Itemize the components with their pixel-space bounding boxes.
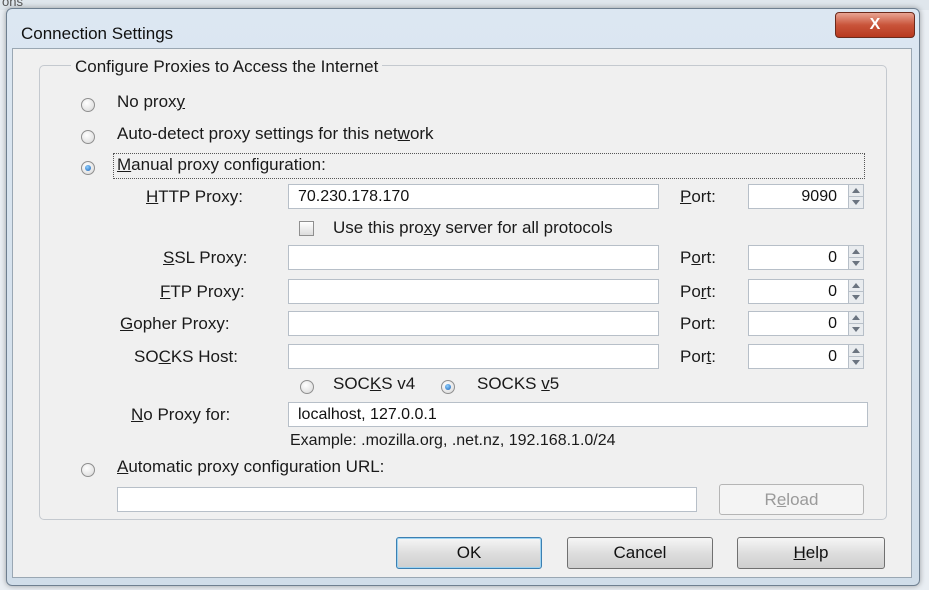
socks-port-input[interactable]: 0 bbox=[748, 344, 864, 369]
http-port-spinner[interactable] bbox=[848, 185, 863, 208]
dialog-title: Connection Settings bbox=[21, 24, 174, 43]
spin-down-icon[interactable] bbox=[852, 327, 860, 332]
socks-v4-label[interactable]: SOCKS v4 bbox=[333, 374, 415, 394]
cancel-button[interactable]: Cancel bbox=[567, 537, 713, 569]
no-proxy-example: Example: .mozilla.org, .net.nz, 192.168.… bbox=[290, 432, 616, 449]
no-proxy-for-label: No Proxy for: bbox=[131, 405, 231, 424]
gopher-port-spinner[interactable] bbox=[848, 312, 863, 335]
http-proxy-input[interactable]: 70.230.178.170 bbox=[288, 184, 659, 209]
auto-detect-radio[interactable] bbox=[81, 130, 95, 144]
ssl-port-label: Port: bbox=[680, 248, 716, 267]
http-port-label: Port: bbox=[680, 187, 716, 206]
socks-v4-radio[interactable] bbox=[300, 380, 314, 394]
spin-up-icon[interactable] bbox=[852, 188, 860, 193]
ssl-proxy-input[interactable] bbox=[288, 245, 659, 270]
auto-url-label[interactable]: Automatic proxy configuration URL: bbox=[117, 457, 384, 477]
socks-port-label: Port: bbox=[680, 347, 716, 366]
http-port-input[interactable]: 9090 bbox=[748, 184, 864, 209]
ftp-port-label: Port: bbox=[680, 282, 716, 301]
share-all-label[interactable]: Use this proxy server for all protocols bbox=[333, 218, 613, 238]
gopher-proxy-label: Gopher Proxy: bbox=[120, 314, 230, 333]
spin-down-icon[interactable] bbox=[852, 200, 860, 205]
gopher-proxy-input[interactable] bbox=[288, 311, 659, 336]
title-bar[interactable]: Connection Settings X bbox=[7, 9, 919, 47]
ok-button[interactable]: OK bbox=[396, 537, 542, 569]
spin-down-icon[interactable] bbox=[852, 261, 860, 266]
manual-proxy-label[interactable]: Manual proxy configuration: bbox=[117, 155, 326, 175]
close-button[interactable]: X bbox=[835, 12, 915, 38]
socks-host-input[interactable] bbox=[288, 344, 659, 369]
no-proxy-for-input[interactable]: localhost, 127.0.0.1 bbox=[288, 402, 868, 427]
ftp-port-spinner[interactable] bbox=[848, 280, 863, 303]
auto-detect-label[interactable]: Auto-detect proxy settings for this netw… bbox=[117, 124, 434, 144]
gopher-port-label: Port: bbox=[680, 314, 716, 333]
spin-down-icon[interactable] bbox=[852, 295, 860, 300]
auto-url-input[interactable] bbox=[117, 487, 697, 512]
socks-host-label: SOCKS Host: bbox=[134, 347, 238, 366]
gopher-port-input[interactable]: 0 bbox=[748, 311, 864, 336]
spin-down-icon[interactable] bbox=[852, 360, 860, 365]
ftp-proxy-label: FTP Proxy: bbox=[160, 282, 245, 301]
spin-up-icon[interactable] bbox=[852, 348, 860, 353]
spin-up-icon[interactable] bbox=[852, 283, 860, 288]
socks-v5-label[interactable]: SOCKS v5 bbox=[477, 374, 559, 394]
no-proxy-label[interactable]: No proxy bbox=[117, 92, 185, 112]
share-all-checkbox[interactable] bbox=[299, 221, 314, 236]
help-button[interactable]: Help bbox=[737, 537, 885, 569]
ftp-port-input[interactable]: 0 bbox=[748, 279, 864, 304]
ssl-port-input[interactable]: 0 bbox=[748, 245, 864, 270]
ssl-proxy-label: SSL Proxy: bbox=[163, 248, 248, 267]
reload-button[interactable]: Re load bbox=[719, 484, 864, 515]
ftp-proxy-input[interactable] bbox=[288, 279, 659, 304]
close-icon: X bbox=[869, 16, 881, 33]
manual-proxy-radio[interactable] bbox=[81, 161, 95, 175]
socks-port-spinner[interactable] bbox=[848, 345, 863, 368]
spin-up-icon[interactable] bbox=[852, 315, 860, 320]
group-legend: Configure Proxies to Access the Internet bbox=[71, 57, 383, 77]
no-proxy-radio[interactable] bbox=[81, 98, 95, 112]
auto-url-radio[interactable] bbox=[81, 463, 95, 477]
socks-v5-radio[interactable] bbox=[441, 380, 455, 394]
spin-up-icon[interactable] bbox=[852, 249, 860, 254]
http-proxy-label: HTTP Proxy: bbox=[146, 187, 243, 206]
ssl-port-spinner[interactable] bbox=[848, 246, 863, 269]
